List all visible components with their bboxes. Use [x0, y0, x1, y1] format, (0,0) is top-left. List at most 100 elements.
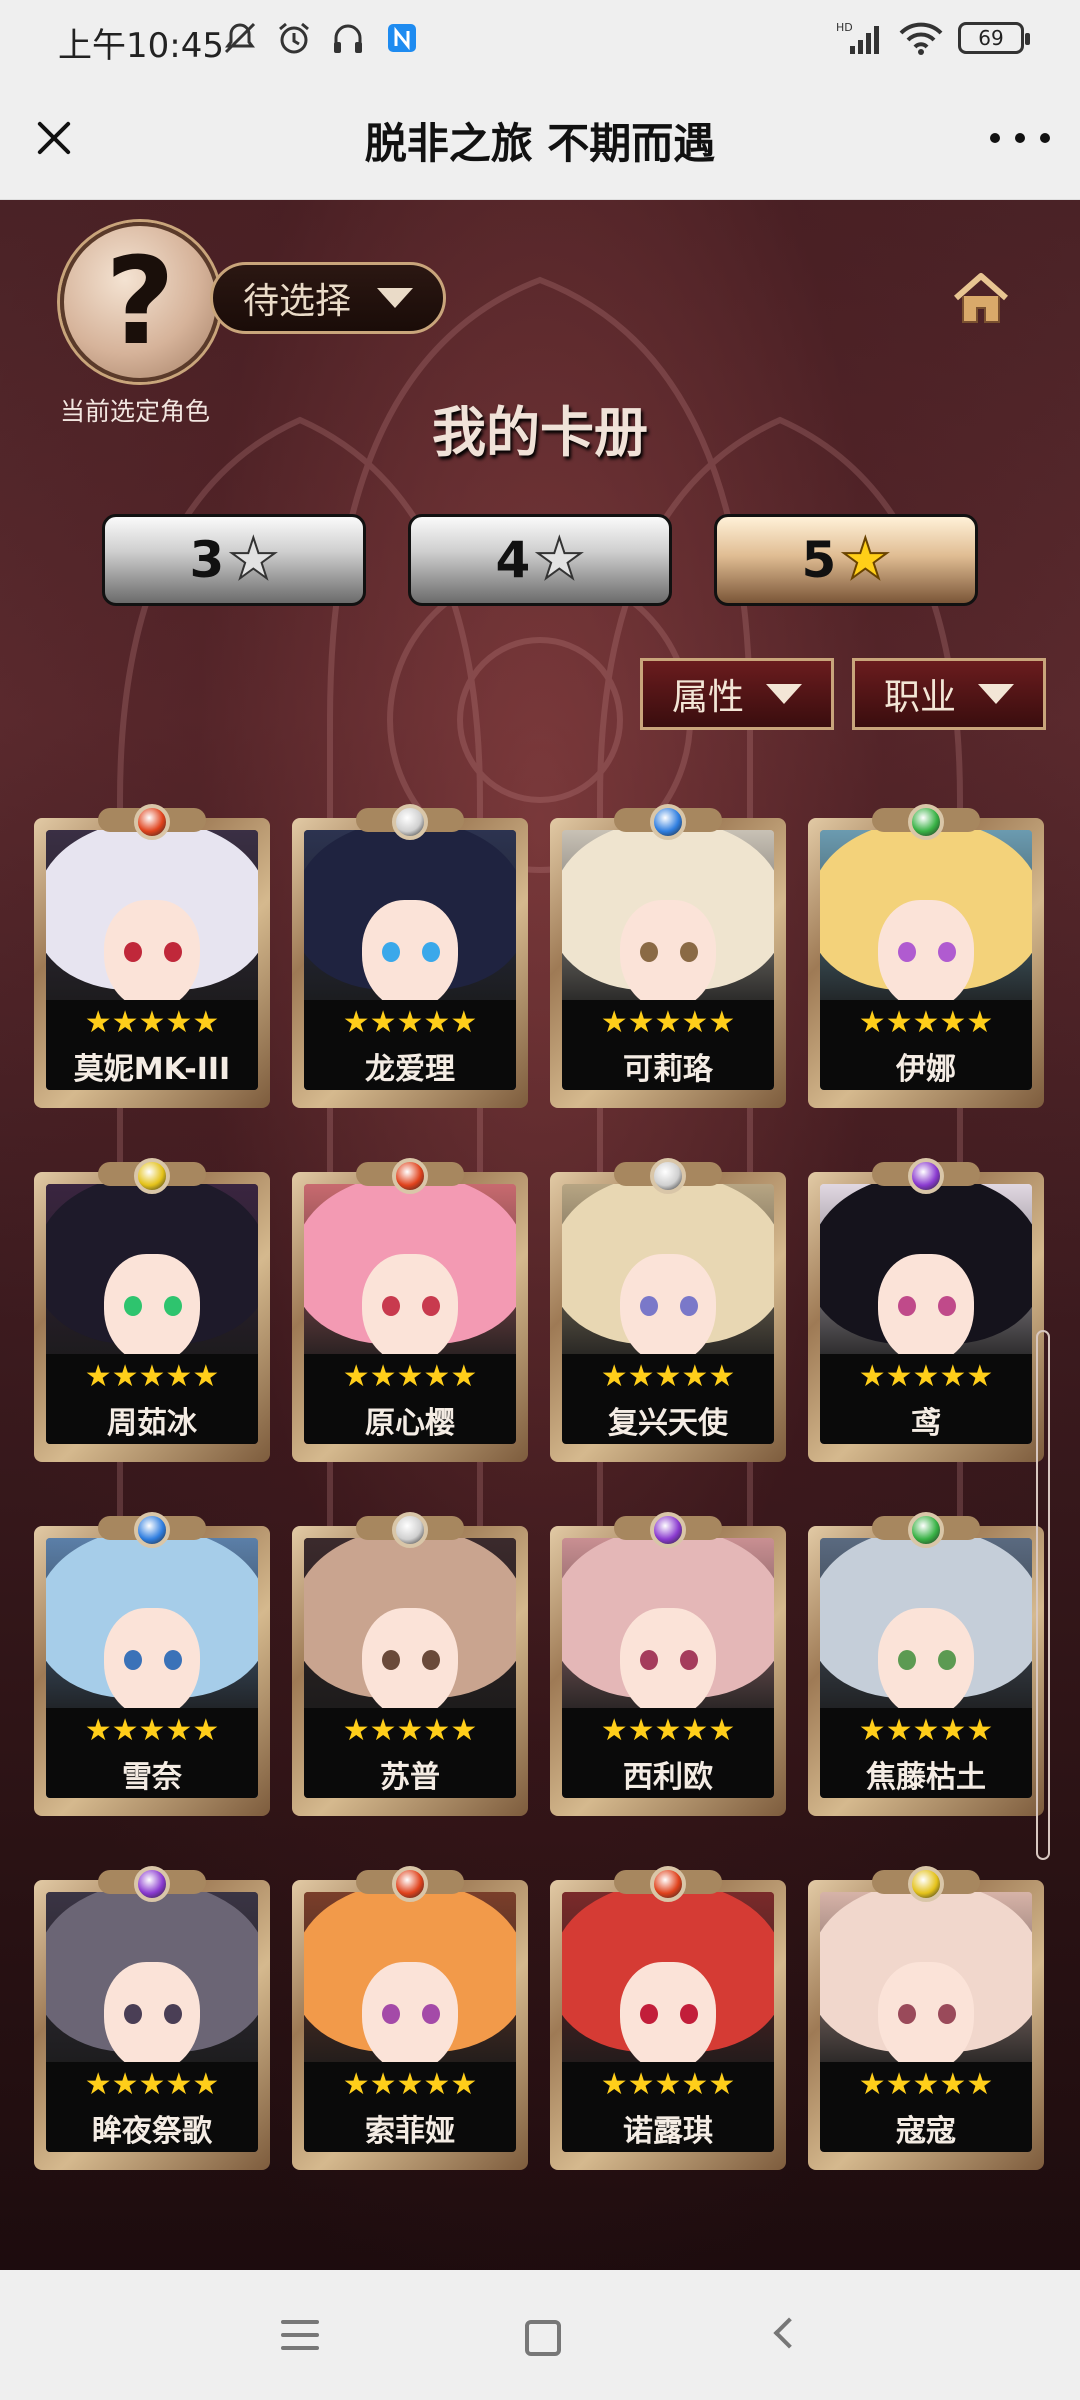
- rarity-stars: ★★★★★: [342, 1005, 478, 1040]
- card-frame: ★★★★★ 寇寇: [808, 1880, 1044, 2170]
- rarity-stars: ★★★★★: [858, 2067, 994, 2102]
- rarity-stars: ★★★★★: [342, 2067, 478, 2102]
- character-card[interactable]: ★★★★★ 龙爱理: [292, 804, 528, 1108]
- character-card[interactable]: ★★★★★ 雪奈: [34, 1512, 270, 1816]
- character-portrait: [46, 830, 258, 1020]
- character-name: 寇寇: [896, 2114, 956, 2149]
- character-name: 眸夜祭歌: [92, 2114, 212, 2149]
- signal-icon: HD: [836, 20, 884, 56]
- system-nav-bar: [0, 2270, 1080, 2400]
- scrollbar[interactable]: [1036, 1330, 1050, 1860]
- rarity-stars: ★★★★★: [342, 1713, 478, 1748]
- star-icon: ★: [227, 527, 279, 592]
- character-card[interactable]: ★★★★★ 索菲娅: [292, 1866, 528, 2170]
- card-frame: ★★★★★ 索菲娅: [292, 1880, 528, 2170]
- card-frame: ★★★★★ 复兴天使: [550, 1172, 786, 1462]
- character-card[interactable]: ★★★★★ 原心樱: [292, 1158, 528, 1462]
- menu-icon[interactable]: [275, 2310, 325, 2360]
- card-frame: ★★★★★ 伊娜: [808, 818, 1044, 1108]
- element-gem-icon: [134, 1158, 170, 1194]
- element-gem-icon: [650, 1158, 686, 1194]
- card-frame: ★★★★★ 鸢: [808, 1172, 1044, 1462]
- card-frame: ★★★★★ 莫妮MK-III: [34, 818, 270, 1108]
- element-gem-icon: [908, 1158, 944, 1194]
- character-name: 莫妮MK-III: [73, 1052, 231, 1087]
- card-frame: ★★★★★ 诺露琪: [550, 1880, 786, 2170]
- element-gem-icon: [908, 1866, 944, 1902]
- card-frame: ★★★★★ 焦藤枯土: [808, 1526, 1044, 1816]
- character-portrait: [562, 1184, 774, 1374]
- character-name: 可莉珞: [623, 1052, 713, 1087]
- element-gem-icon: [134, 804, 170, 840]
- star-filter-tab-4[interactable]: 4 ★: [408, 514, 672, 606]
- character-name: 鸢: [911, 1406, 941, 1441]
- character-portrait: [46, 1184, 258, 1374]
- character-name: 复兴天使: [608, 1406, 728, 1441]
- element-gem-icon: [650, 804, 686, 840]
- character-select-dropdown[interactable]: 待选择: [210, 262, 446, 334]
- star-tab-number: 5: [801, 531, 837, 589]
- character-name: 龙爱理: [365, 1052, 455, 1087]
- character-portrait: [304, 830, 516, 1020]
- dropdown-arrow-icon: [377, 288, 414, 308]
- character-card[interactable]: ★★★★★ 鸢: [808, 1158, 1044, 1462]
- character-name: 诺露琪: [623, 2114, 713, 2149]
- character-card[interactable]: ★★★★★ 寇寇: [808, 1866, 1044, 2170]
- star-filter-tab-3[interactable]: 3 ★: [102, 514, 366, 606]
- card-frame: ★★★★★ 西利欧: [550, 1526, 786, 1816]
- character-portrait: [562, 1538, 774, 1728]
- card-frame: ★★★★★ 苏普: [292, 1526, 528, 1816]
- status-icons-left: [222, 20, 420, 56]
- rarity-stars: ★★★★★: [342, 1359, 478, 1394]
- character-card[interactable]: ★★★★★ 莫妮MK-III: [34, 804, 270, 1108]
- home-nav-icon[interactable]: [515, 2310, 565, 2360]
- star-filter-tab-5[interactable]: 5 ★: [714, 514, 978, 606]
- character-card[interactable]: ★★★★★ 复兴天使: [550, 1158, 786, 1462]
- status-time: 上午10:45: [58, 26, 224, 66]
- alarm-clock-icon: [276, 20, 312, 56]
- character-card[interactable]: ★★★★★ 可莉珞: [550, 804, 786, 1108]
- rarity-stars: ★★★★★: [858, 1005, 994, 1040]
- muted-bell-icon: [222, 20, 258, 56]
- element-gem-icon: [392, 1866, 428, 1902]
- character-select-value: 待选择: [243, 281, 352, 322]
- character-card[interactable]: ★★★★★ 周茹冰: [34, 1158, 270, 1462]
- character-card[interactable]: ★★★★★ 诺露琪: [550, 1866, 786, 2170]
- selected-character-avatar[interactable]: ?: [60, 222, 220, 382]
- character-portrait: [820, 830, 1032, 1020]
- character-name: 苏普: [380, 1760, 440, 1795]
- class-filter-dropdown[interactable]: 职业: [852, 658, 1046, 730]
- character-card[interactable]: ★★★★★ 伊娜: [808, 804, 1044, 1108]
- rarity-stars: ★★★★★: [858, 1359, 994, 1394]
- attribute-filter-dropdown[interactable]: 属性: [640, 658, 834, 730]
- rarity-stars: ★★★★★: [600, 1359, 736, 1394]
- back-icon[interactable]: [760, 2310, 810, 2360]
- character-card[interactable]: ★★★★★ 焦藤枯土: [808, 1512, 1044, 1816]
- character-portrait: [46, 1538, 258, 1728]
- home-icon[interactable]: [950, 268, 1012, 330]
- character-card[interactable]: ★★★★★ 眸夜祭歌: [34, 1866, 270, 2170]
- more-options-button[interactable]: [990, 120, 1050, 156]
- character-portrait: [304, 1892, 516, 2082]
- title-bar: 脱非之旅 不期而遇: [0, 84, 1080, 200]
- status-bar: 上午10:45 HD 69: [0, 0, 1080, 84]
- character-portrait: [562, 1892, 774, 2082]
- card-frame: ★★★★★ 周茹冰: [34, 1172, 270, 1462]
- character-portrait: [304, 1538, 516, 1728]
- character-portrait: [562, 830, 774, 1020]
- card-frame: ★★★★★ 雪奈: [34, 1526, 270, 1816]
- star-icon: ★: [533, 527, 585, 592]
- class-filter-label: 职业: [883, 677, 956, 718]
- status-icons-right: HD 69: [836, 20, 1030, 56]
- character-card[interactable]: ★★★★★ 苏普: [292, 1512, 528, 1816]
- character-name: 索菲娅: [365, 2114, 455, 2149]
- rarity-stars: ★★★★★: [858, 1713, 994, 1748]
- element-gem-icon: [134, 1866, 170, 1902]
- star-tab-number: 3: [189, 531, 225, 589]
- rarity-stars: ★★★★★: [84, 2067, 220, 2102]
- element-gem-icon: [392, 1512, 428, 1548]
- wifi-icon: [898, 20, 944, 56]
- character-card[interactable]: ★★★★★ 西利欧: [550, 1512, 786, 1816]
- character-name: 焦藤枯土: [866, 1760, 986, 1795]
- rarity-stars: ★★★★★: [600, 1005, 736, 1040]
